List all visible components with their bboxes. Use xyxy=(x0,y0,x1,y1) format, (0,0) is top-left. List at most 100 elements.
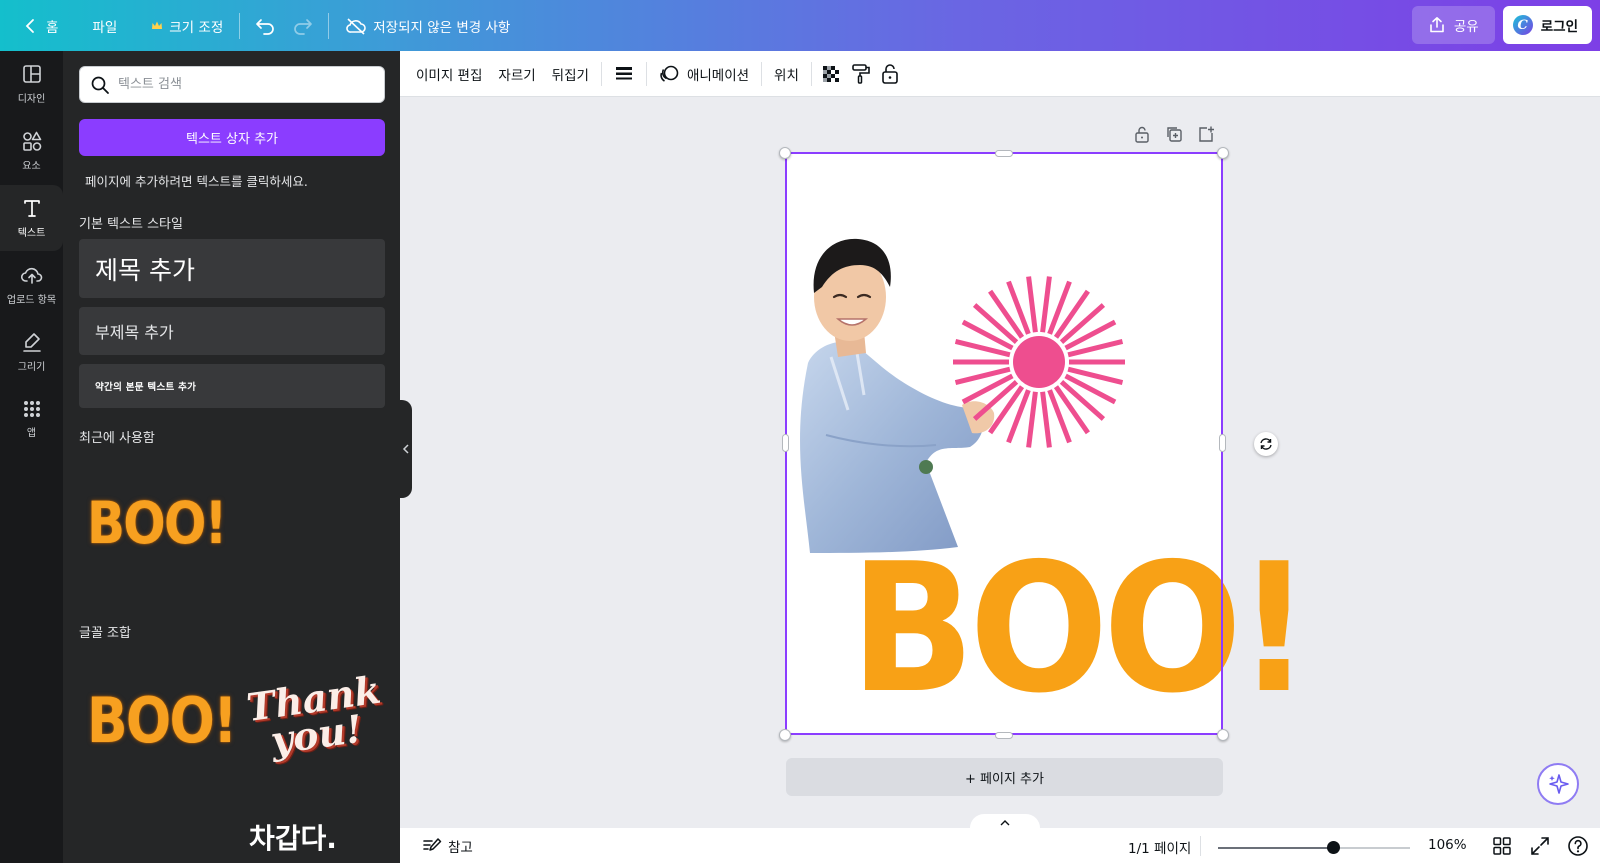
rail-item-uploads[interactable]: 업로드 항목 xyxy=(0,252,63,318)
rail-label: 요소 xyxy=(22,161,41,172)
layout-icon xyxy=(22,65,41,83)
save-status[interactable]: 저장되지 않은 변경 사항 xyxy=(335,9,520,43)
resize-handle-bottom-left[interactable] xyxy=(779,729,791,741)
rail-label: 그리기 xyxy=(17,362,46,373)
resize-handle-top-right[interactable] xyxy=(1217,147,1229,159)
top-bar: 홈 파일 크기 조정 저장되지 않은 변경 사항 공유 C 로그인 xyxy=(0,0,1600,51)
border-style-button[interactable] xyxy=(606,58,642,90)
search-icon xyxy=(91,76,109,94)
topbar-divider xyxy=(328,12,330,39)
help-icon xyxy=(1568,836,1588,856)
rotate-button[interactable] xyxy=(1254,432,1278,456)
position-button[interactable]: 위치 xyxy=(766,58,807,90)
combo-chilled-template[interactable]: 차갑다. xyxy=(249,811,369,863)
crop-button[interactable]: 자르기 xyxy=(490,58,543,90)
share-button[interactable]: 공유 xyxy=(1411,6,1495,44)
unlock-icon xyxy=(882,63,898,84)
fullscreen-button[interactable] xyxy=(1530,836,1550,856)
lock-button[interactable] xyxy=(876,58,904,90)
add-page-button[interactable]: + 페이지 추가 xyxy=(786,758,1223,796)
shapes-icon xyxy=(22,131,41,151)
subheading-style-button[interactable]: 부제목 추가 xyxy=(79,307,385,355)
login-button[interactable]: C 로그인 xyxy=(1502,6,1592,44)
resize-handle-top-left[interactable] xyxy=(779,147,791,159)
rail-item-draw[interactable]: 그리기 xyxy=(0,319,63,385)
add-textbox-button[interactable]: 텍스트 상자 추가 xyxy=(79,119,385,156)
flip-button[interactable]: 뒤집기 xyxy=(544,58,597,90)
resize-handle-top[interactable] xyxy=(995,150,1013,157)
resize-handle-bottom-right[interactable] xyxy=(1217,729,1229,741)
resize-handle-bottom[interactable] xyxy=(995,732,1013,739)
redo-icon xyxy=(294,18,313,35)
grid-view-button[interactable] xyxy=(1492,836,1512,856)
collapse-panel-button[interactable] xyxy=(400,400,412,498)
upload-cloud-icon xyxy=(20,267,42,284)
combo-boo-text: BOO! xyxy=(87,684,237,757)
rail-item-apps[interactable]: 앱 xyxy=(0,386,63,452)
rail-item-text[interactable]: 텍스트 xyxy=(0,185,63,251)
bottombar-divider xyxy=(1200,836,1201,856)
zoom-slider[interactable] xyxy=(1218,841,1410,854)
text-search-box[interactable] xyxy=(79,66,385,103)
resize-handle-right[interactable] xyxy=(1219,434,1226,452)
redo-button[interactable] xyxy=(284,9,322,43)
body-style-button[interactable]: 약간의 본문 텍스트 추가 xyxy=(79,364,385,408)
copy-style-button[interactable] xyxy=(846,58,876,90)
transparency-checker-icon xyxy=(822,65,839,82)
add-page-icon-button[interactable] xyxy=(1197,125,1215,143)
zoom-level[interactable]: 106% xyxy=(1428,837,1467,853)
home-button[interactable]: 홈 xyxy=(12,9,68,43)
animate-button[interactable]: 애니메이션 xyxy=(651,58,757,90)
zoom-slider-fill xyxy=(1218,847,1334,849)
canvas-boo-text[interactable]: BOO! xyxy=(850,540,1311,718)
sunburst-ray xyxy=(1026,276,1038,333)
grid-view-icon xyxy=(1493,837,1511,855)
rail-label: 앱 xyxy=(26,428,37,439)
cloud-off-icon xyxy=(346,17,367,35)
text-search-input[interactable] xyxy=(118,77,368,92)
rail-label: 디자인 xyxy=(17,94,46,105)
animate-icon xyxy=(660,65,679,82)
panel-hint: 페이지에 추가하려면 텍스트를 클릭하세요. xyxy=(85,174,308,189)
transparency-button[interactable] xyxy=(816,58,846,90)
toolbar-divider xyxy=(761,61,763,86)
heading-sample-text: 제목 추가 xyxy=(95,255,195,285)
magic-assistant-button[interactable] xyxy=(1537,763,1579,805)
help-button[interactable] xyxy=(1567,835,1589,857)
home-label: 홈 xyxy=(46,19,59,36)
sunburst-ray xyxy=(1040,276,1052,333)
heading-style-button[interactable]: 제목 추가 xyxy=(79,239,385,298)
combo-thank-you-template[interactable]: Thank you! xyxy=(239,661,389,781)
left-rail: 디자인 요소 텍스트 업로드 항목 그리기 앱 xyxy=(0,51,63,863)
duplicate-page-button[interactable] xyxy=(1165,125,1183,143)
lock-page-button[interactable] xyxy=(1133,125,1151,143)
share-upload-icon xyxy=(1430,17,1444,33)
rail-item-elements[interactable]: 요소 xyxy=(0,118,63,184)
sparkle-icon xyxy=(1549,774,1569,794)
notes-pencil-icon xyxy=(423,837,442,851)
undo-button[interactable] xyxy=(246,9,284,43)
file-label: 파일 xyxy=(92,19,118,36)
notes-button[interactable]: 참고 xyxy=(414,830,481,862)
combo-boo-template[interactable]: BOO! xyxy=(87,676,237,766)
pink-sunburst-graphic[interactable] xyxy=(951,274,1127,450)
fullscreen-icon xyxy=(1531,837,1549,855)
recent-boo-template[interactable]: BOO! xyxy=(87,483,227,563)
toolbar-divider xyxy=(810,61,812,86)
toolbar-divider xyxy=(600,61,602,86)
text-icon xyxy=(23,200,40,217)
toolbar-divider xyxy=(645,61,647,86)
file-menu-button[interactable]: 파일 xyxy=(82,9,127,43)
paint-roller-icon xyxy=(852,63,870,84)
recent-boo-text: BOO! xyxy=(87,489,227,557)
resize-handle-left[interactable] xyxy=(782,434,789,452)
chevron-up-icon xyxy=(1000,819,1010,825)
recent-title: 최근에 사용함 xyxy=(79,431,155,446)
rail-item-design[interactable]: 디자인 xyxy=(0,51,63,117)
font-combos-title: 글꼴 조합 xyxy=(79,626,131,641)
combo-chilled-text: 차갑다. xyxy=(249,822,337,855)
page-counter[interactable]: 1/1 페이지 xyxy=(1128,837,1191,857)
edit-image-button[interactable]: 이미지 편집 xyxy=(408,58,490,90)
save-status-label: 저장되지 않은 변경 사항 xyxy=(373,19,511,36)
resize-button[interactable]: 크기 조정 xyxy=(141,9,233,43)
